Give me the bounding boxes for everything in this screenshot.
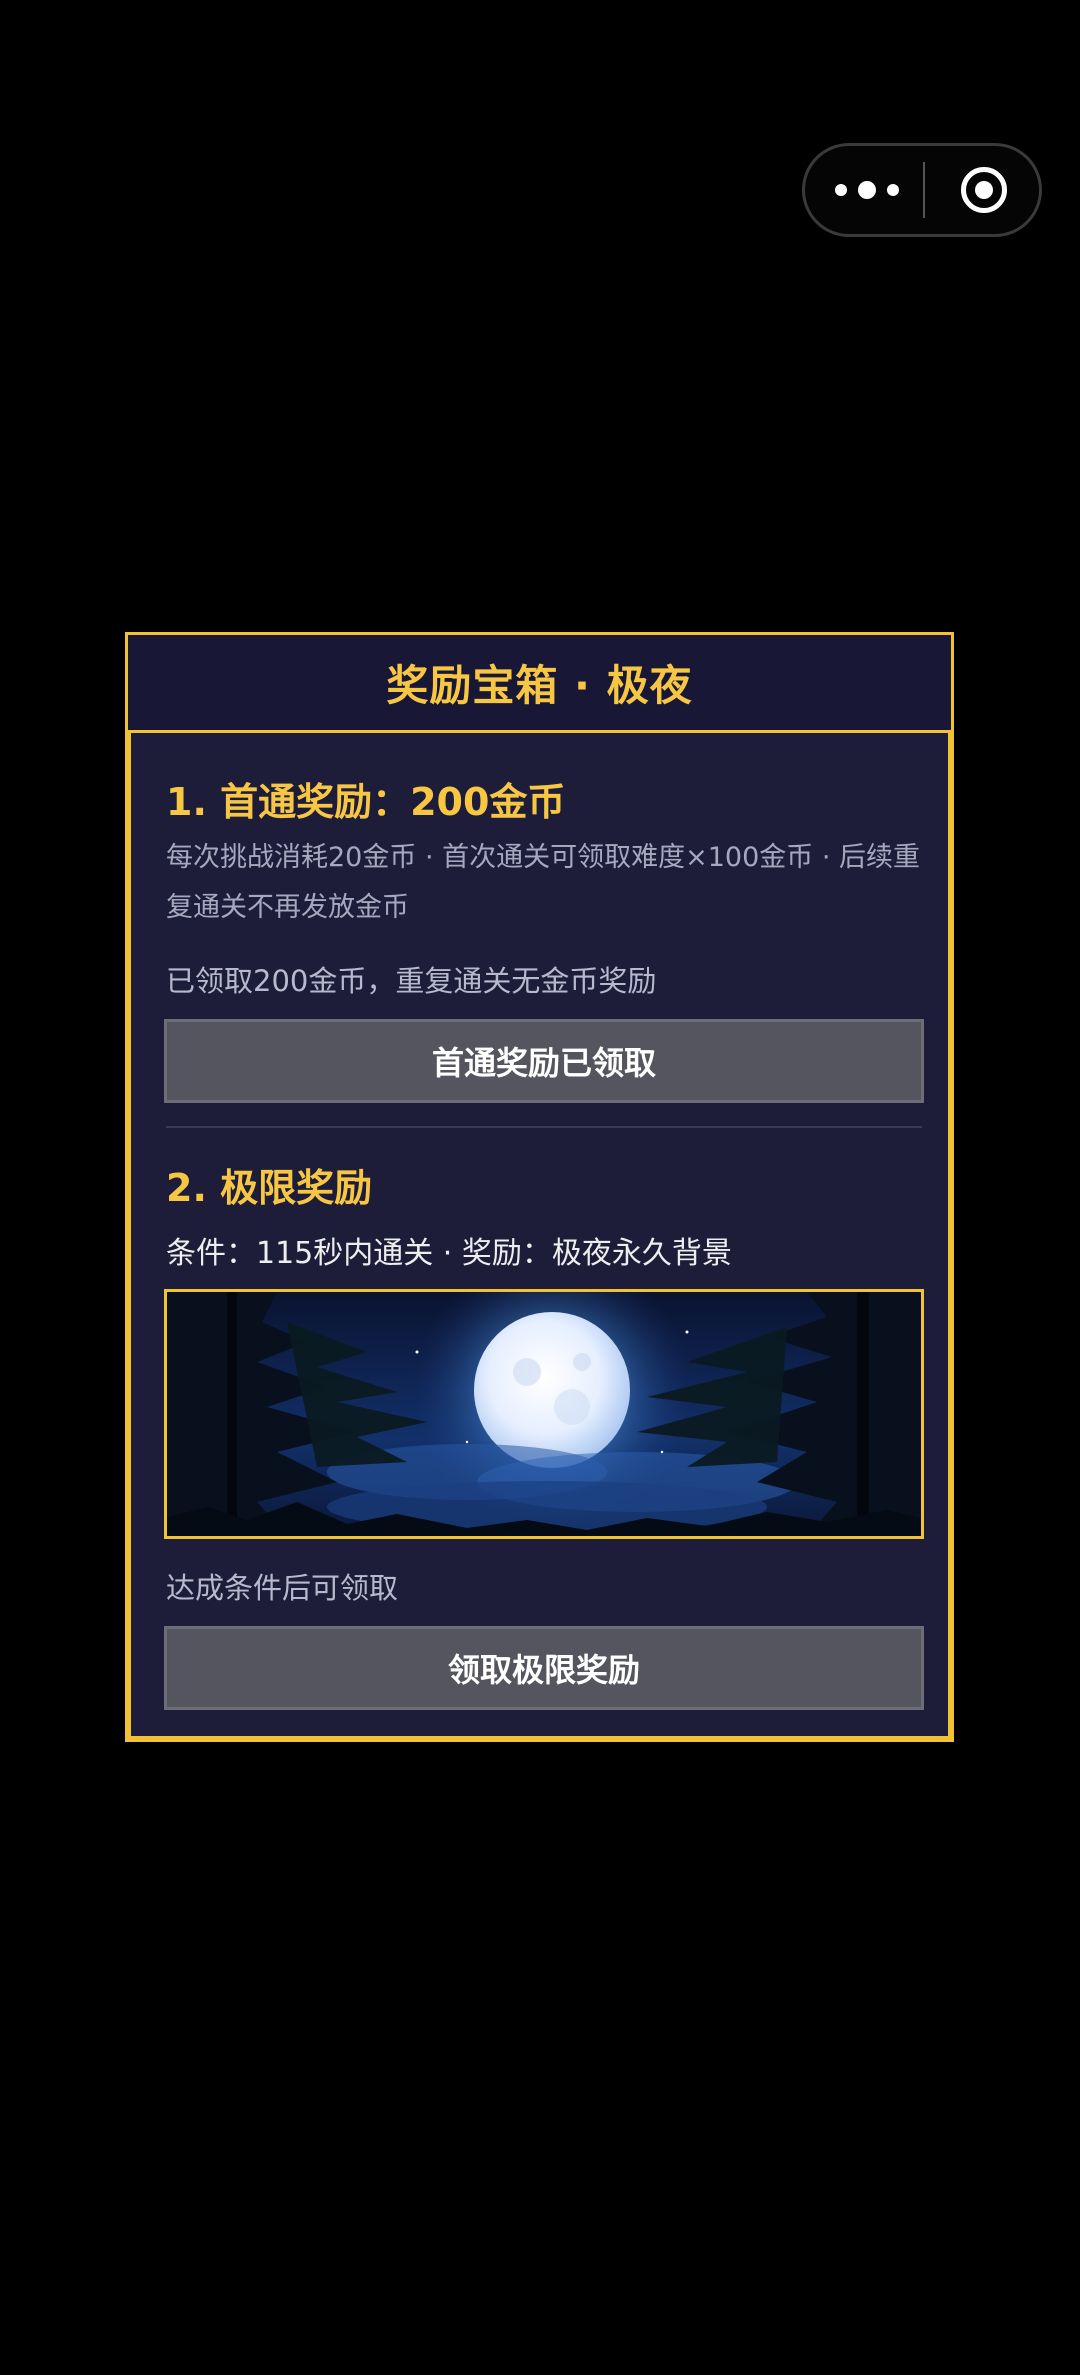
capsule-divider	[923, 162, 925, 218]
modal-header: 奖励宝箱 · 极夜	[128, 635, 951, 733]
night-background-preview	[164, 1289, 924, 1539]
miniprogram-capsule	[802, 143, 1042, 237]
modal-body: 1. 首通奖励：200金币 每次挑战消耗20金币 · 首次通关可领取难度×100…	[128, 733, 951, 1739]
section-divider	[166, 1126, 922, 1128]
reward-chest-modal: 奖励宝箱 · 极夜 1. 首通奖励：200金币 每次挑战消耗20金币 · 首次通…	[125, 632, 954, 1742]
limit-reward-condition: 条件：115秒内通关 · 奖励：极夜永久背景	[166, 1236, 732, 1271]
first-clear-description: 每次挑战消耗20金币 · 首次通关可领取难度×100金币 · 后续重复通关不再发…	[166, 842, 921, 923]
first-clear-status: 已领取200金币，重复通关无金币奖励	[166, 964, 657, 998]
more-icon[interactable]	[835, 146, 899, 234]
modal-title: 奖励宝箱 · 极夜	[386, 661, 693, 710]
close-miniprogram-icon[interactable]	[961, 167, 1007, 213]
claim-limit-reward-button[interactable]: 领取极限奖励	[164, 1626, 924, 1710]
limit-reward-title: 2. 极限奖励	[166, 1166, 373, 1210]
first-clear-claimed-button[interactable]: 首通奖励已领取	[164, 1019, 924, 1103]
limit-reward-status: 达成条件后可领取	[166, 1571, 399, 1605]
first-clear-title: 1. 首通奖励：200金币	[166, 780, 566, 824]
